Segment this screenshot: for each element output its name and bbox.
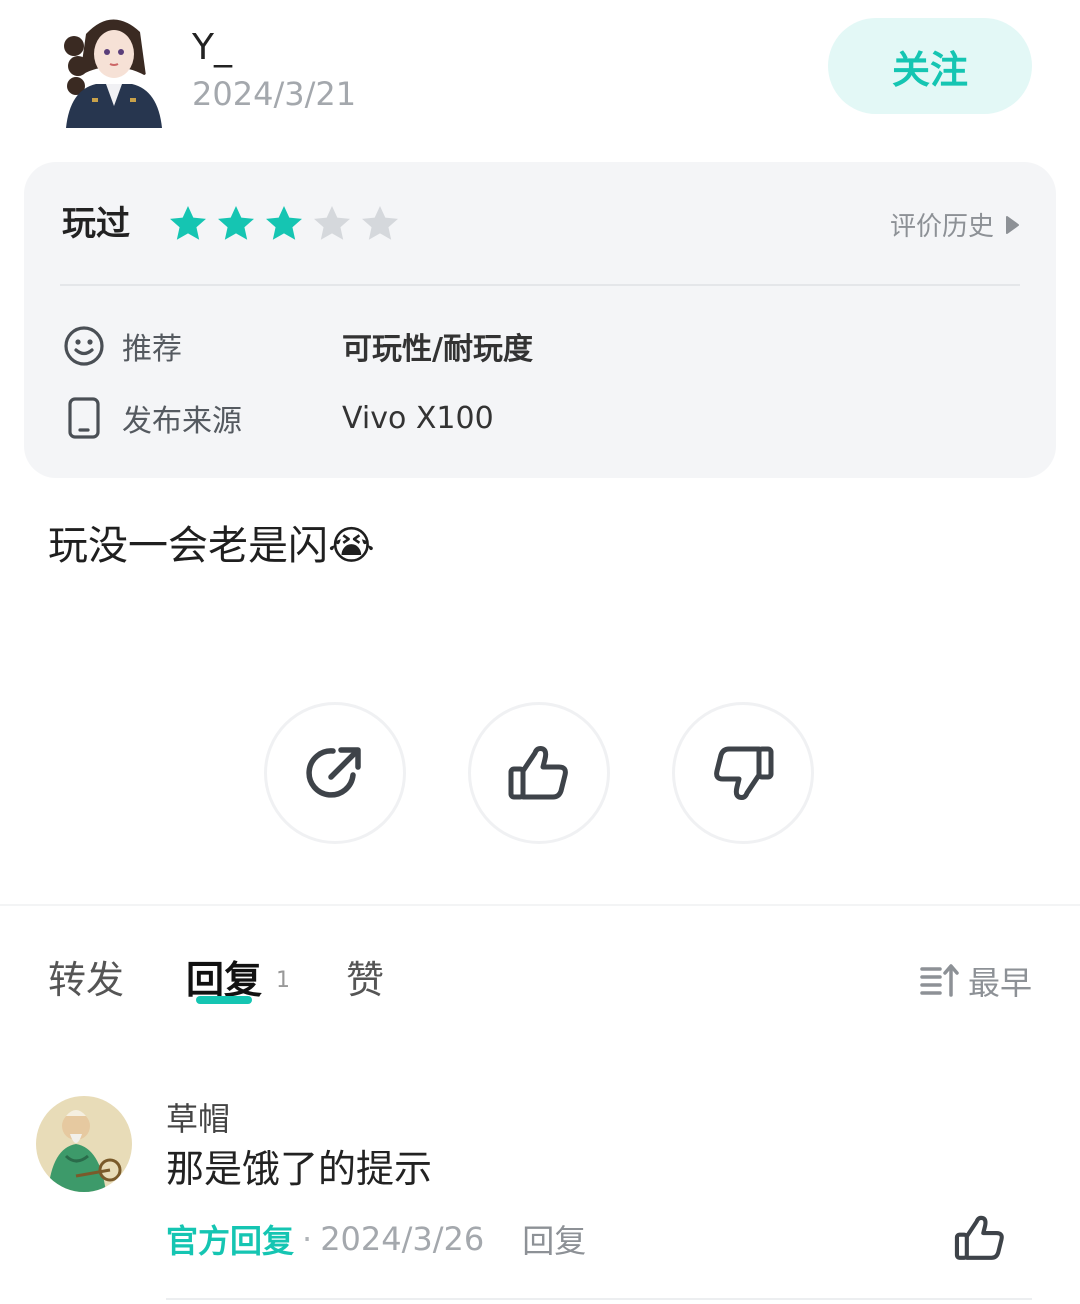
follow-button[interactable]: 关注 — [828, 18, 1032, 114]
recommend-key: 推荐 — [122, 332, 182, 367]
share-button[interactable] — [264, 702, 406, 844]
played-label: 玩过 — [62, 204, 130, 244]
comment-text: 那是饿了的提示 — [166, 1147, 433, 1191]
review-text: 玩没一会老是闪😭 — [48, 523, 375, 569]
rating-history-label: 评价历史 — [889, 212, 994, 242]
section-divider — [0, 904, 1080, 906]
tab-forward[interactable]: 转发 — [48, 956, 124, 1004]
official-reply-badge: 官方回复 — [166, 1222, 295, 1260]
recommend-row: 推荐 可玩性/耐玩度 — [62, 324, 533, 368]
upvote-button[interactable] — [468, 702, 610, 844]
review-info-card: 玩过 评价历史 推荐 可玩性/耐玩度 发布来源 Vivo X100 — [24, 162, 1056, 478]
meta-dot: · — [302, 1220, 313, 1258]
thumbs-up-icon — [508, 746, 568, 800]
user-avatar[interactable] — [56, 6, 168, 128]
reply-button[interactable]: 回复 — [522, 1216, 586, 1262]
sort-label: 最早 — [967, 964, 1032, 1002]
review-detail-page: Y_ 2024/3/21 关注 玩过 评价历史 推荐 可玩性/耐玩度 发布来源 … — [0, 0, 1080, 1304]
thumbs-down-icon — [714, 746, 774, 800]
star-icon — [170, 206, 206, 240]
reply-count: 1 — [276, 968, 290, 993]
active-tab-indicator — [196, 996, 252, 1004]
star-icon — [218, 206, 254, 240]
share-icon — [306, 747, 361, 798]
star-icon — [314, 206, 350, 240]
source-value: Vivo X100 — [342, 400, 494, 436]
source-key: 发布来源 — [122, 404, 242, 439]
tab-like[interactable]: 赞 — [346, 956, 384, 1004]
smiley-icon — [64, 326, 104, 366]
source-row: 发布来源 Vivo X100 — [62, 396, 494, 440]
recommend-value: 可玩性/耐玩度 — [342, 332, 533, 367]
triangle-right-icon — [1006, 215, 1019, 234]
rating-stars — [166, 202, 402, 246]
sort-icon — [920, 964, 959, 997]
downvote-button[interactable] — [672, 702, 814, 844]
comment-divider — [166, 1298, 1032, 1300]
comment-like-icon[interactable] — [952, 1210, 1008, 1266]
commenter-name[interactable]: 草帽 — [166, 1094, 230, 1140]
card-divider — [60, 284, 1020, 286]
comment-date: 2024/3/26 — [320, 1220, 485, 1258]
commenter-avatar[interactable] — [36, 1096, 132, 1192]
star-icon — [362, 206, 398, 240]
sort-button[interactable]: 最早 — [920, 958, 1032, 1004]
comment-meta: 官方回复 · 2024/3/26 回复 — [166, 1216, 586, 1262]
username[interactable]: Y_ — [192, 28, 232, 68]
star-icon — [266, 206, 302, 240]
phone-icon — [68, 397, 100, 439]
rating-history-link[interactable]: 评价历史 — [890, 206, 1020, 243]
post-date: 2024/3/21 — [192, 75, 357, 113]
